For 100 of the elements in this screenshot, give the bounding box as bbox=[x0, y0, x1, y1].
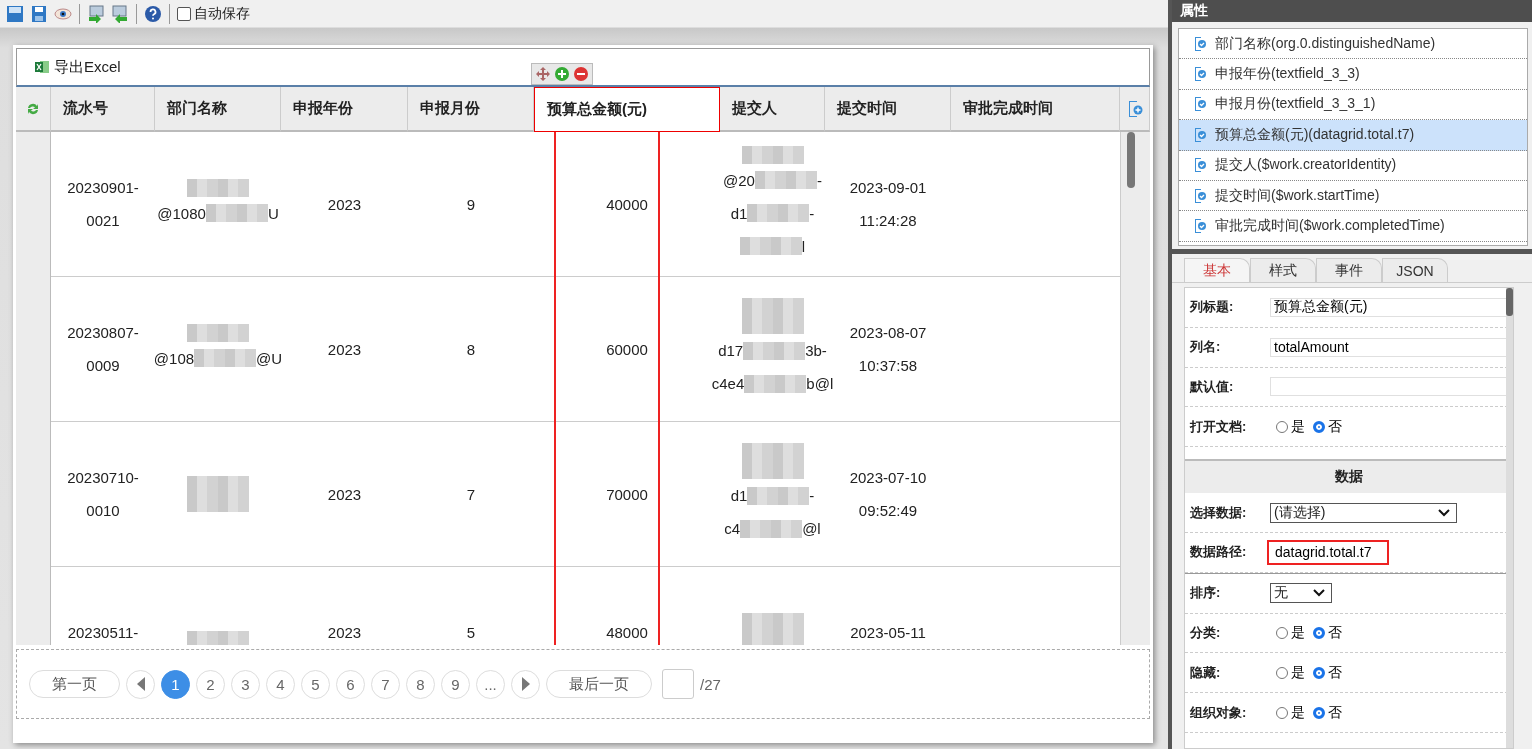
cell-text: 9 bbox=[466, 194, 476, 215]
cell-text: 20230807- bbox=[67, 323, 139, 343]
column-header[interactable]: 部门名称 bbox=[155, 87, 281, 132]
spreadsheet-icon bbox=[35, 60, 49, 74]
cell-text: 2023-05-11 bbox=[850, 623, 926, 643]
page-input[interactable] bbox=[662, 669, 694, 699]
property-label: 数据路径: bbox=[1190, 543, 1248, 562]
radio-option[interactable]: 否 bbox=[1313, 623, 1342, 642]
cell-text: @20 bbox=[723, 170, 755, 191]
redaction-mosaic bbox=[744, 374, 807, 393]
field-list-item[interactable]: 提交人($work.creatorIdentity) bbox=[1179, 150, 1527, 181]
field-icon bbox=[1195, 219, 1206, 234]
export-icon[interactable] bbox=[111, 4, 129, 23]
cell-text: 70000 bbox=[606, 484, 648, 505]
previous-page-button[interactable] bbox=[126, 669, 155, 699]
property-label: 默认值: bbox=[1190, 378, 1235, 396]
radio-option[interactable]: 是 bbox=[1276, 703, 1305, 722]
cell-text: 48000 bbox=[606, 623, 648, 643]
remove-icon[interactable] bbox=[573, 66, 589, 82]
cell-text: - bbox=[809, 486, 815, 506]
redaction-mosaic bbox=[187, 476, 249, 494]
page-button[interactable]: ... bbox=[476, 669, 505, 699]
save-icon[interactable] bbox=[6, 4, 24, 23]
floppy-icon[interactable] bbox=[30, 4, 48, 23]
column-header[interactable]: 流水号 bbox=[51, 87, 155, 132]
text-field[interactable]: datagrid.total.t7 bbox=[1267, 539, 1389, 565]
last-page-button[interactable]: 最后一页 bbox=[546, 670, 652, 698]
property-label: 列标题: bbox=[1190, 298, 1235, 317]
redaction-mosaic bbox=[741, 298, 804, 316]
column-header[interactable]: 提交人 bbox=[720, 87, 825, 132]
cell-text: 2023-07-10 bbox=[849, 468, 927, 488]
cell-text: 09:52:49 bbox=[858, 501, 918, 521]
property-label: 选择数据: bbox=[1190, 503, 1248, 522]
column-header[interactable]: 审批完成时间 bbox=[951, 87, 1120, 132]
property-label: 分类: bbox=[1190, 623, 1222, 642]
page-button[interactable]: 2 bbox=[196, 669, 225, 699]
page-button[interactable]: 9 bbox=[441, 669, 470, 699]
right-triangle-icon bbox=[521, 677, 530, 691]
page-button[interactable]: 4 bbox=[266, 669, 295, 699]
page-button[interactable]: 7 bbox=[371, 669, 400, 699]
redaction-mosaic bbox=[187, 323, 249, 342]
cell-text: 20230511- bbox=[67, 623, 139, 643]
page-button[interactable]: 6 bbox=[336, 669, 365, 699]
field-list-item[interactable]: 部门名称(org.0.distinguishedName) bbox=[1179, 29, 1527, 60]
first-page-button[interactable]: 第一页 bbox=[29, 670, 120, 698]
next-page-button[interactable] bbox=[511, 669, 540, 699]
export-button[interactable]: 导出Excel bbox=[35, 57, 121, 77]
add-icon[interactable] bbox=[554, 66, 570, 82]
redaction-mosaic bbox=[741, 613, 804, 631]
radio-option[interactable]: 否 bbox=[1313, 663, 1342, 682]
cell-text: 7 bbox=[466, 484, 476, 505]
scrollbar-thumb[interactable] bbox=[1506, 288, 1513, 316]
tab[interactable]: JSON bbox=[1382, 258, 1448, 282]
column-header[interactable]: 提交时间 bbox=[825, 87, 951, 132]
tab[interactable]: 基本 bbox=[1184, 258, 1250, 282]
cell-text: 10:37:58 bbox=[858, 356, 918, 376]
cell-text: 2023 bbox=[327, 194, 362, 215]
field-list-item[interactable]: 预算总金额(元)(datagrid.total.t7) bbox=[1179, 120, 1527, 151]
move-icon[interactable] bbox=[535, 66, 551, 82]
column-header[interactable]: 预算总金额(元) bbox=[534, 87, 720, 132]
field-list-item[interactable]: 审批完成时间($work.completedTime) bbox=[1179, 211, 1527, 242]
page-button[interactable]: 5 bbox=[301, 669, 330, 699]
radio-option[interactable]: 是 bbox=[1276, 623, 1305, 642]
radio-option[interactable]: 否 bbox=[1313, 417, 1342, 436]
page-button[interactable]: 3 bbox=[231, 669, 260, 699]
cell-text: 0009 bbox=[86, 356, 120, 376]
radio-option[interactable]: 否 bbox=[1313, 703, 1342, 722]
dropdown[interactable]: 无 bbox=[1270, 583, 1332, 604]
page-button[interactable]: 8 bbox=[406, 669, 435, 699]
cell-text: 20230901- bbox=[67, 178, 139, 198]
scrollbar-thumb[interactable] bbox=[1127, 132, 1135, 188]
panel-title: 属性 bbox=[1172, 0, 1532, 22]
redaction-mosaic bbox=[739, 237, 802, 255]
checkbox[interactable] bbox=[177, 6, 191, 21]
tab[interactable]: 事件 bbox=[1316, 258, 1382, 282]
cell-text: l bbox=[801, 236, 806, 257]
column-header[interactable]: 申报月份 bbox=[408, 87, 534, 132]
tab[interactable]: 样式 bbox=[1250, 258, 1316, 282]
field-list-item[interactable]: 提交时间($work.startTime) bbox=[1179, 180, 1527, 212]
cell-text: 60000 bbox=[606, 339, 648, 360]
redaction-mosaic bbox=[194, 349, 257, 367]
add-column-icon[interactable] bbox=[1126, 99, 1143, 118]
property-label: 列名: bbox=[1190, 338, 1222, 357]
refresh-icon[interactable] bbox=[26, 101, 40, 116]
field-icon bbox=[1195, 36, 1206, 51]
radio-option[interactable]: 是 bbox=[1276, 417, 1305, 436]
column-header[interactable]: 申报年份 bbox=[281, 87, 408, 132]
import-icon[interactable] bbox=[87, 4, 105, 23]
cell-text: @U bbox=[256, 348, 283, 369]
help-icon[interactable] bbox=[144, 4, 162, 23]
field-list-item[interactable]: 申报年份(textfield_3_3) bbox=[1179, 59, 1527, 90]
property-label: 隐藏: bbox=[1190, 663, 1222, 682]
redaction-mosaic bbox=[747, 204, 810, 222]
radio-option[interactable]: 是 bbox=[1276, 663, 1305, 682]
property-label: 组织对象: bbox=[1190, 703, 1248, 722]
dropdown[interactable]: (请选择) bbox=[1270, 502, 1457, 523]
cell-text: - bbox=[809, 203, 815, 224]
cell-text: @l bbox=[802, 519, 821, 539]
checkbox-label: 自动保存 bbox=[194, 4, 250, 23]
chevron-icon bbox=[1313, 589, 1325, 598]
